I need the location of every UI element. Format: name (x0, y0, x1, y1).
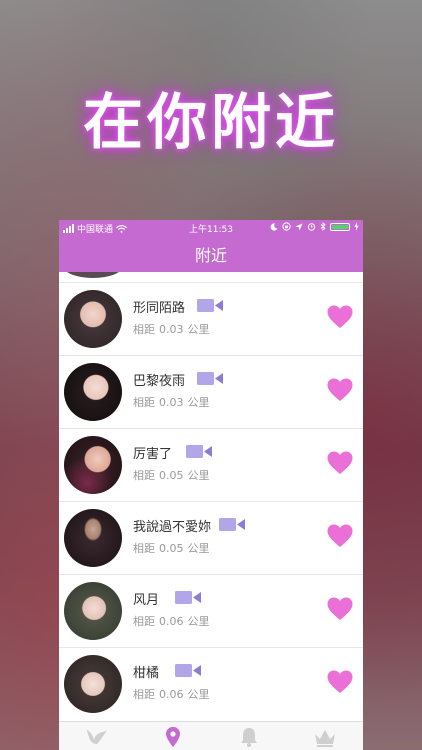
user-name: 巴黎夜雨 (133, 374, 186, 389)
list-item[interactable]: 柑橘 相距 0.06 公里 (59, 647, 363, 720)
user-name: 厉害了 (133, 447, 173, 462)
user-name: 风月 (133, 593, 160, 608)
location-arrow-icon (295, 223, 303, 230)
user-name: 我說過不愛妳 (133, 520, 212, 535)
avatar[interactable] (64, 655, 122, 713)
bluetooth-icon (320, 222, 326, 231)
like-heart-icon[interactable] (327, 451, 353, 475)
like-heart-icon[interactable] (327, 305, 353, 329)
promo-headline: 在你附近 (83, 88, 339, 158)
crown-icon[interactable] (313, 726, 337, 748)
video-call-icon[interactable] (197, 299, 223, 312)
like-heart-icon[interactable] (327, 378, 353, 402)
list-item[interactable]: 形同陌路 相距 0.03 公里 (59, 282, 363, 355)
phone-screen: 中国联通 上午11:53 附近 形同陌路 相距 0.03 公里 巴黎夜雨 相距 … (59, 220, 363, 750)
alarm-icon (307, 223, 316, 231)
battery-icon (330, 222, 350, 231)
avatar[interactable] (64, 582, 122, 640)
distance-text: 相距 0.06 公里 (133, 615, 210, 628)
list-item[interactable]: 厉害了 相距 0.05 公里 (59, 428, 363, 501)
avatar[interactable] (64, 363, 122, 421)
video-call-icon[interactable] (175, 664, 201, 677)
nearby-user-list[interactable]: 形同陌路 相距 0.03 公里 巴黎夜雨 相距 0.03 公里 厉害了 相距 0.05 公里 (59, 272, 363, 721)
avatar[interactable] (64, 436, 122, 494)
distance-text: 相距 0.05 公里 (133, 469, 210, 482)
tab-bar (59, 721, 363, 750)
distance-text: 相距 0.05 公里 (133, 542, 210, 555)
like-heart-icon[interactable] (327, 597, 353, 621)
location-pin-icon[interactable] (161, 726, 185, 748)
user-name: 形同陌路 (133, 301, 186, 316)
status-right (270, 222, 359, 231)
avatar[interactable] (64, 509, 122, 567)
page-title: 附近 (194, 246, 227, 265)
bell-icon[interactable] (237, 726, 261, 748)
bird-icon[interactable] (85, 726, 109, 748)
distance-text: 相距 0.03 公里 (133, 323, 210, 336)
video-call-icon[interactable] (219, 518, 245, 531)
status-bar: 中国联通 上午11:53 (59, 220, 363, 236)
list-item[interactable]: 巴黎夜雨 相距 0.03 公里 (59, 355, 363, 428)
avatar[interactable] (64, 272, 122, 278)
video-call-icon[interactable] (186, 445, 212, 458)
distance-text: 相距 0.03 公里 (133, 396, 210, 409)
list-item[interactable]: 我說過不愛妳 相距 0.05 公里 (59, 501, 363, 574)
distance-text: 相距 0.06 公里 (133, 688, 210, 701)
lock-rotation-icon (282, 222, 291, 231)
video-call-icon[interactable] (175, 591, 201, 604)
user-name: 柑橘 (133, 666, 160, 681)
charging-icon (354, 222, 359, 231)
list-item[interactable]: 风月 相距 0.06 公里 (59, 574, 363, 647)
avatar[interactable] (64, 290, 122, 348)
like-heart-icon[interactable] (327, 524, 353, 548)
video-call-icon[interactable] (197, 372, 223, 385)
nav-bar: 附近 (59, 236, 363, 272)
like-heart-icon[interactable] (327, 670, 353, 694)
moon-icon (270, 222, 278, 231)
